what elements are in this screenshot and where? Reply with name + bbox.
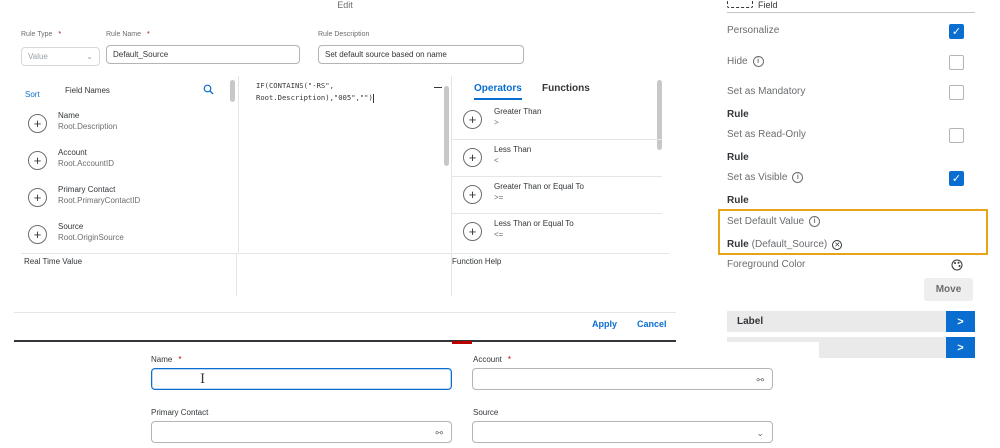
function-help-label: Function Help xyxy=(452,257,502,266)
masked-area xyxy=(727,342,819,358)
required-marker-bar xyxy=(452,341,472,344)
field-label: Field xyxy=(758,0,778,10)
cancel-button[interactable]: Cancel xyxy=(637,319,667,329)
info-icon[interactable]: i xyxy=(752,56,764,67)
highlight-box xyxy=(718,209,988,255)
code-scrollbar[interactable] xyxy=(444,86,449,166)
expression-editor[interactable]: IF(CONTAINS("-RS", Root.Description),"00… xyxy=(238,76,452,252)
visible-rule-link[interactable]: Rule xyxy=(727,195,749,206)
read-only-row: Set as Read-Only xyxy=(727,129,806,140)
operator-item[interactable]: + Greater Than or Equal To >= xyxy=(452,176,662,213)
tab-functions[interactable]: Functions xyxy=(542,83,590,94)
field-placeholder-icon xyxy=(727,0,753,8)
operator-item[interactable]: + Less Than or Equal To <= xyxy=(452,213,662,250)
expression-code[interactable]: IF(CONTAINS("-RS", Root.Description),"00… xyxy=(256,80,374,104)
mandatory-rule-link[interactable]: Rule xyxy=(727,109,749,120)
source-field-label: Source xyxy=(473,408,499,417)
add-operator-icon[interactable]: + xyxy=(463,222,482,241)
field-item[interactable]: + Primary Contact Root.PrimaryContactID xyxy=(21,180,231,217)
move-button[interactable]: Move xyxy=(924,278,973,301)
primary-contact-input[interactable]: ⚯ xyxy=(151,421,452,443)
chevron-right-icon[interactable]: > xyxy=(946,311,975,332)
operators-pane: Operators Functions + Greater Than > + L… xyxy=(451,76,669,252)
account-field-label: Account * xyxy=(473,355,512,364)
add-field-icon[interactable]: + xyxy=(28,188,47,207)
visible-checkbox[interactable]: ✓ xyxy=(949,171,964,186)
field-names-pane: Sort Field Names + Name Root.Description… xyxy=(21,76,236,252)
add-operator-icon[interactable]: + xyxy=(463,110,482,129)
name-input[interactable]: I xyxy=(151,368,452,390)
read-only-rule-link[interactable]: Rule xyxy=(727,152,749,163)
minimize-icon[interactable] xyxy=(434,87,442,88)
divider xyxy=(236,253,237,296)
divider xyxy=(21,253,669,254)
text-cursor xyxy=(372,93,374,103)
operator-item[interactable]: + Greater Than > xyxy=(452,102,662,139)
edit-rule-dialog: Edit Rule Type * Value ⌄ Rule Name * Defau… xyxy=(14,0,676,340)
name-field-label: Name * xyxy=(151,355,182,364)
rule-editor: Sort Field Names + Name Root.Description… xyxy=(21,76,669,296)
field-names-header: Field Names xyxy=(65,86,110,95)
sort-button[interactable]: Sort xyxy=(25,90,40,99)
read-only-checkbox[interactable] xyxy=(949,128,964,143)
add-field-icon[interactable]: + xyxy=(28,151,47,170)
chevron-down-icon[interactable]: ⌄ xyxy=(756,428,764,439)
add-field-icon[interactable]: + xyxy=(28,114,47,133)
link-icon[interactable]: ⚯ xyxy=(756,375,764,386)
rule-description-label: Rule Description xyxy=(318,31,370,38)
add-operator-icon[interactable]: + xyxy=(463,148,482,167)
mandatory-row: Set as Mandatory xyxy=(727,86,806,97)
hide-row: Hide i xyxy=(727,56,764,67)
chevron-right-icon[interactable]: > xyxy=(946,337,975,358)
add-operator-icon[interactable]: + xyxy=(463,185,482,204)
apply-button[interactable]: Apply xyxy=(592,319,617,329)
real-time-value-label: Real Time Value xyxy=(24,257,83,266)
hide-checkbox[interactable] xyxy=(949,55,964,70)
rule-type-label: Rule Type * xyxy=(21,31,62,38)
add-field-icon[interactable]: + xyxy=(28,225,47,244)
palette-icon[interactable] xyxy=(951,259,963,271)
link-icon[interactable]: ⚯ xyxy=(435,428,443,439)
personalize-row: Personalize xyxy=(727,25,780,36)
field-item[interactable]: + Account Root.AccountID xyxy=(21,143,231,180)
label-section-row[interactable]: Label > xyxy=(727,311,975,332)
dialog-title: Edit xyxy=(337,0,353,10)
personalize-checkbox[interactable]: ✓ xyxy=(949,24,964,39)
rule-name-input[interactable]: Default_Source xyxy=(106,45,300,64)
visible-row: Set as Visible i xyxy=(727,172,804,183)
field-list-scrollbar[interactable] xyxy=(230,80,235,102)
footer-divider xyxy=(14,312,676,313)
info-icon[interactable]: i xyxy=(792,172,804,183)
primary-contact-field-label: Primary Contact xyxy=(151,408,209,417)
search-icon[interactable] xyxy=(203,84,214,95)
rule-name-label: Rule Name * xyxy=(106,31,150,38)
chevron-down-icon: ⌄ xyxy=(86,52,93,61)
foreground-color-row: Foreground Color xyxy=(727,259,806,270)
dialog-bottom-bar xyxy=(14,340,676,342)
mandatory-checkbox[interactable] xyxy=(949,85,964,100)
field-item[interactable]: + Source Root.OriginSource xyxy=(21,217,231,254)
operator-item[interactable]: + Less Than < xyxy=(452,139,662,176)
source-select[interactable]: ⌄ xyxy=(472,421,773,443)
rule-description-input[interactable]: Set default source based on name xyxy=(318,45,524,64)
field-item[interactable]: + Name Root.Description xyxy=(21,106,231,143)
rule-type-select[interactable]: Value ⌄ xyxy=(21,47,100,66)
section-row[interactable]: > xyxy=(727,337,975,358)
panel-divider xyxy=(727,12,975,13)
account-input[interactable]: ⚯ xyxy=(472,368,773,390)
text-cursor-icon: I xyxy=(200,372,206,387)
tab-operators[interactable]: Operators xyxy=(474,83,522,100)
